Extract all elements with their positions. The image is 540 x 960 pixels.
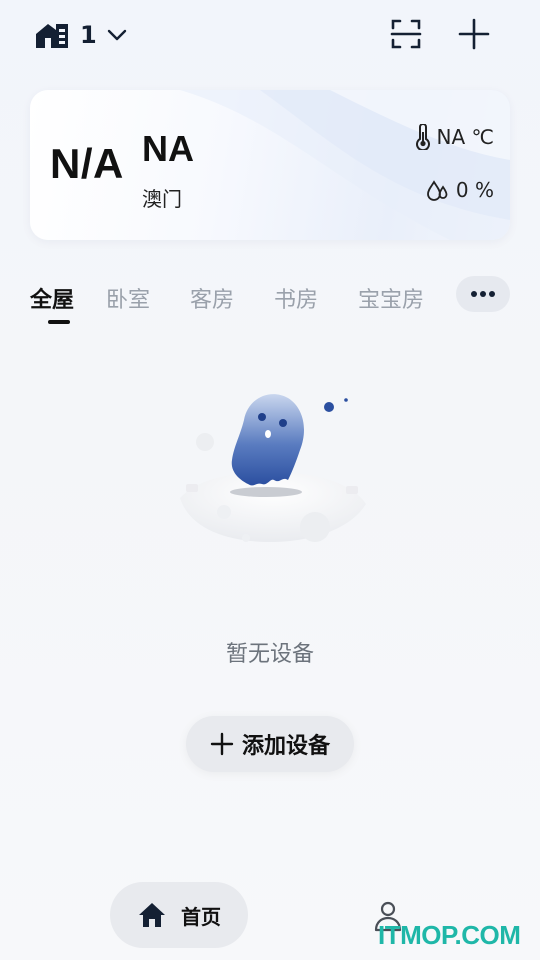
plus-icon[interactable] (456, 16, 492, 52)
humidity-value: 0 % (455, 178, 494, 202)
room-tabs: 全屋 卧室 客房 书房 宝宝房 (30, 276, 510, 324)
more-dots-icon (471, 291, 495, 297)
active-tab-indicator (48, 320, 70, 324)
watermark-logo: ITMOP.COM (378, 920, 521, 950)
tab-study[interactable]: 书房 (274, 282, 318, 314)
nav-home[interactable]: 首页 (110, 882, 248, 948)
tab-bedroom[interactable]: 卧室 (106, 282, 150, 314)
air-quality-value: N/A (50, 140, 124, 187)
temperature-row: NA ℃ (415, 124, 494, 150)
droplets-icon (427, 180, 448, 201)
home-screen: 1 N/A NA 澳门 NA ℃ 0 % 全屋 卧室 客房 书房 宝宝房 暂无设… (0, 0, 540, 960)
top-bar: 1 (0, 0, 540, 70)
scan-icon[interactable] (388, 16, 424, 52)
nav-home-label: 首页 (181, 904, 221, 929)
home-icon (139, 903, 165, 927)
weather-card[interactable]: N/A NA 澳门 NA ℃ 0 % (30, 90, 510, 240)
tab-whole-house[interactable]: 全屋 (30, 282, 74, 314)
humidity-row: 0 % (426, 178, 494, 202)
city-name: 澳门 (142, 187, 182, 211)
weather-condition: NA (142, 128, 194, 169)
home-name: 1 (80, 21, 97, 49)
house-icon (36, 24, 68, 48)
tab-guest-room[interactable]: 客房 (190, 282, 234, 314)
ghost-illustration (180, 394, 366, 542)
empty-message: 暂无设备 (225, 642, 314, 667)
home-switcher[interactable]: 1 (34, 18, 127, 52)
more-rooms-button[interactable] (456, 276, 510, 312)
add-device-label: 添加设备 (241, 734, 330, 759)
tab-nursery[interactable]: 宝宝房 (358, 282, 424, 314)
thermometer-icon (415, 124, 430, 150)
chevron-down-icon (107, 29, 126, 41)
plus-icon (210, 732, 234, 756)
temperature-value: NA ℃ (436, 125, 494, 149)
add-device-button[interactable]: 添加设备 (186, 716, 354, 772)
